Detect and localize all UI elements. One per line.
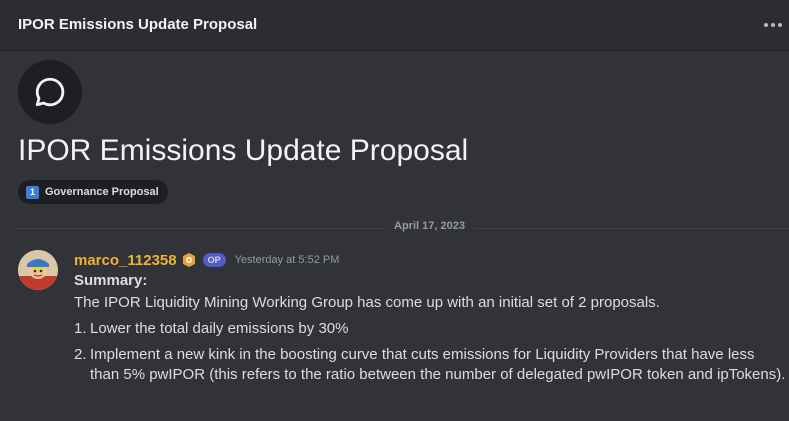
message-timestamp[interactable]: Yesterday at 5:52 PM bbox=[235, 254, 340, 266]
chat-bubble-icon bbox=[18, 60, 82, 124]
avatar[interactable] bbox=[18, 250, 58, 290]
list-item: 2. Implement a new kink in the boosting … bbox=[74, 345, 786, 385]
forum-tag[interactable]: 1 Governance Proposal bbox=[18, 180, 168, 204]
more-dot bbox=[778, 23, 782, 27]
tag-label: Governance Proposal bbox=[45, 186, 159, 198]
thread-header: IPOR Emissions Update Proposal bbox=[0, 0, 789, 51]
date-divider: April 17, 2023 bbox=[16, 220, 789, 236]
list-item: 1. Lower the total daily emissions by 30… bbox=[74, 319, 786, 339]
more-dot bbox=[771, 23, 775, 27]
keycap-one-icon: 1 bbox=[26, 185, 39, 199]
proposal-list: 1. Lower the total daily emissions by 30… bbox=[74, 319, 786, 391]
list-number: 1. bbox=[74, 320, 87, 337]
username[interactable]: marco_112358 bbox=[74, 252, 177, 269]
more-horizontal-icon bbox=[764, 23, 768, 27]
divider-date: April 17, 2023 bbox=[386, 220, 473, 232]
more-options-button[interactable] bbox=[762, 15, 784, 35]
message-header: marco_112358 OP Yesterday at 5:52 PM bbox=[74, 250, 339, 270]
message-intro: The IPOR Liquidity Mining Working Group … bbox=[74, 294, 660, 311]
header-title: IPOR Emissions Update Proposal bbox=[18, 16, 258, 33]
list-number: 2. bbox=[74, 346, 87, 363]
summary-heading: Summary: bbox=[74, 272, 148, 289]
list-text: Implement a new kink in the boosting cur… bbox=[90, 346, 786, 383]
thread-title: IPOR Emissions Update Proposal bbox=[18, 134, 469, 167]
server-badge-icon[interactable] bbox=[181, 252, 197, 268]
list-text: Lower the total daily emissions by 30% bbox=[90, 320, 349, 337]
op-badge: OP bbox=[202, 253, 226, 267]
